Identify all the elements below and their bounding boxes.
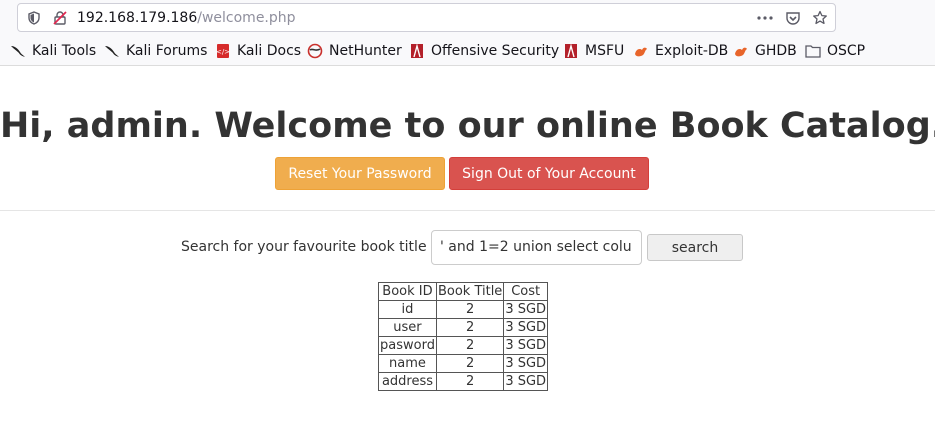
cell-book-title: 2	[435, 300, 505, 319]
address-bar[interactable]: 192.168.179.186/welcome.php	[17, 3, 836, 32]
bookmark-label: Kali Docs	[237, 43, 302, 59]
cell-cost: 3 SGD	[503, 372, 549, 391]
bookmark-ghdb[interactable]: GHDB	[733, 40, 797, 62]
pocket-icon[interactable]	[783, 9, 803, 27]
kali-dragon-icon	[10, 43, 26, 59]
table-row: address 2 3 SGD	[378, 372, 549, 391]
url-text[interactable]: 192.168.179.186/welcome.php	[77, 9, 296, 27]
offsec-icon	[563, 43, 579, 59]
bookmark-offensive-security[interactable]: Offensive Security	[409, 40, 559, 62]
bookmark-label: NetHunter	[329, 43, 402, 59]
bookmark-label: Kali Tools	[32, 43, 97, 59]
sign-out-button[interactable]: Sign Out of Your Account	[449, 157, 649, 190]
table-row: id 2 3 SGD	[378, 300, 549, 319]
bookmark-label: GHDB	[755, 43, 797, 59]
nethunter-icon	[307, 43, 323, 59]
divider	[0, 210, 935, 211]
offsec-icon	[409, 43, 425, 59]
table-header-row: Book ID Book Title Cost	[378, 282, 549, 301]
folder-icon	[805, 43, 821, 59]
cell-cost: 3 SGD	[503, 318, 549, 337]
table-row: name 2 3 SGD	[378, 354, 549, 373]
url-host: 192.168.179.186	[77, 10, 198, 26]
cell-book-title: 2	[435, 372, 505, 391]
bookmark-kali-forums[interactable]: Kali Forums	[104, 40, 207, 62]
bookmark-star-icon[interactable]	[810, 9, 830, 27]
greeting-suffix: . Welcome to our online Book Catalog.	[188, 106, 935, 146]
bookmark-kali-tools[interactable]: Kali Tools	[10, 40, 96, 62]
cell-book-title: 2	[435, 318, 505, 337]
bookmarks-toolbar: Kali Tools Kali Forums </> Kali Docs Net…	[0, 40, 935, 62]
cell-book-id: id	[378, 300, 437, 319]
bookmark-nethunter[interactable]: NetHunter	[307, 40, 402, 62]
username: admin	[66, 106, 189, 146]
bookmark-oscp-folder[interactable]: OSCP	[805, 40, 865, 62]
browser-chrome: 192.168.179.186/welcome.php Kali Tools K…	[0, 0, 935, 66]
results-table: Book ID Book Title Cost id 2 3 SGD user …	[378, 282, 549, 391]
table-row: user 2 3 SGD	[378, 318, 549, 337]
cell-book-title: 2	[435, 336, 505, 355]
page-actions-icon[interactable]	[755, 9, 775, 27]
bookmark-exploit-db[interactable]: Exploit-DB	[633, 40, 728, 62]
bookmark-msfu[interactable]: MSFU	[563, 40, 624, 62]
kali-dragon-icon	[104, 43, 120, 59]
cell-book-id: name	[378, 354, 437, 373]
column-header: Book ID	[378, 282, 437, 301]
cell-book-id: user	[378, 318, 437, 337]
url-path: /welcome.php	[197, 10, 296, 26]
reset-password-button[interactable]: Reset Your Password	[275, 157, 445, 190]
column-header: Cost	[503, 282, 549, 301]
bookmark-label: Kali Forums	[126, 43, 208, 59]
table-row: pasword 2 3 SGD	[378, 336, 549, 355]
bookmark-label: Exploit-DB	[655, 43, 729, 59]
insecure-lock-icon[interactable]	[52, 10, 68, 26]
svg-text:</>: </>	[216, 48, 230, 56]
bookmark-label: OSCP	[827, 43, 866, 59]
bookmark-kali-docs[interactable]: </> Kali Docs	[215, 40, 301, 62]
cell-cost: 3 SGD	[503, 336, 549, 355]
bookmark-label: MSFU	[585, 43, 625, 59]
cell-cost: 3 SGD	[503, 300, 549, 319]
column-header: Book Title	[435, 282, 505, 301]
search-input[interactable]: ' and 1=2 union select colu	[431, 230, 642, 265]
search-label: Search for your favourite book title	[181, 239, 427, 255]
cell-book-title: 2	[435, 354, 505, 373]
tracking-shield-icon[interactable]	[26, 10, 42, 26]
cell-cost: 3 SGD	[503, 354, 549, 373]
cell-book-id: address	[378, 372, 437, 391]
bookmark-label: Offensive Security	[431, 43, 560, 59]
exploitdb-icon	[733, 43, 749, 59]
welcome-heading: Hi, admin. Welcome to our online Book Ca…	[0, 104, 935, 148]
search-button[interactable]: search	[647, 234, 743, 261]
kali-docs-icon: </>	[215, 43, 231, 59]
exploitdb-icon	[633, 43, 649, 59]
greeting-prefix: Hi,	[0, 106, 67, 146]
cell-book-id: pasword	[378, 336, 437, 355]
